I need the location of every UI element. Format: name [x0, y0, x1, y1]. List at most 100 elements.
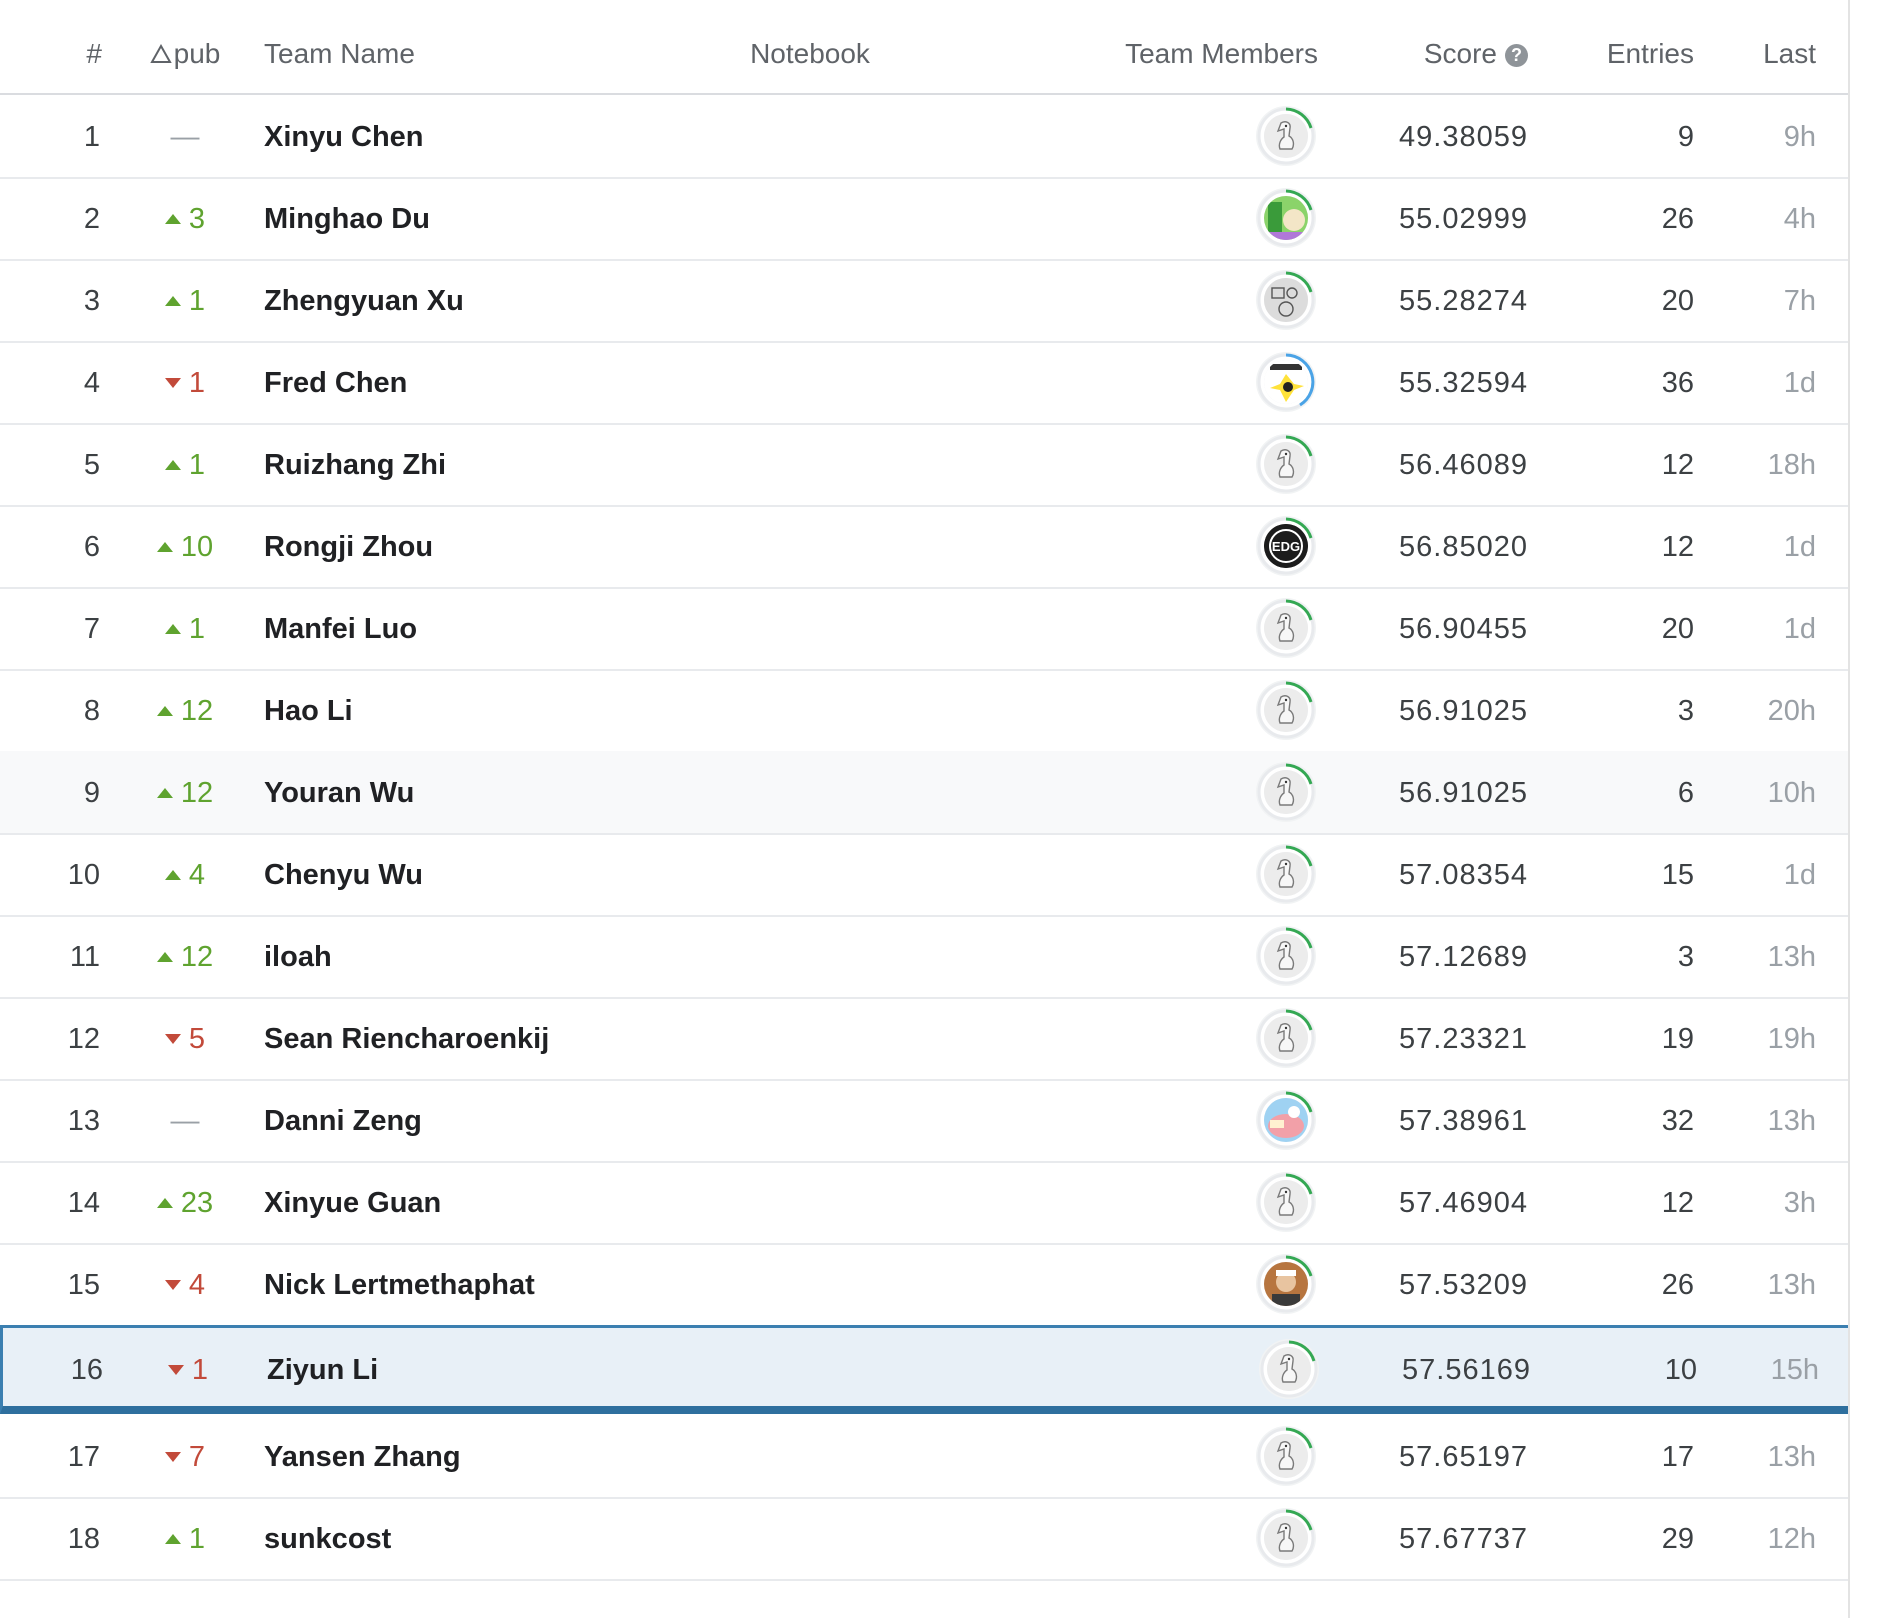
team-member-avatar[interactable]: [1256, 106, 1316, 166]
score-value: 57.08354: [1399, 859, 1528, 891]
table-row[interactable]: 8 12 Hao Li 56.91025 3 20h: [0, 669, 1848, 753]
team-member-avatar[interactable]: [1259, 1339, 1319, 1399]
table-row[interactable]: 12 5 Sean Riencharoenkij 57.23321 19 19h: [0, 997, 1848, 1081]
help-icon[interactable]: ?: [1505, 44, 1528, 67]
table-row[interactable]: 13 — Danni Zeng 57.38961 32 13h: [0, 1079, 1848, 1163]
col-team-name-header[interactable]: Team Name: [264, 38, 764, 70]
photo-avatar-image: [1264, 196, 1308, 240]
table-row[interactable]: 5 1 Ruizhang Zhi 56.46089 12 18h: [0, 423, 1848, 507]
team-name-link[interactable]: Nick Lertmethaphat: [264, 1269, 535, 1302]
score-value: 49.38059: [1399, 121, 1528, 153]
team-name-link[interactable]: Youran Wu: [264, 777, 414, 810]
team-name-link[interactable]: Zhengyuan Xu: [264, 285, 464, 318]
rank-change-value: 1: [188, 367, 206, 399]
team-name-link[interactable]: Hao Li: [264, 695, 353, 728]
sketch-avatar: [1264, 278, 1308, 322]
table-row[interactable]: 18 1 sunkcost 57.67737 29 12h: [0, 1497, 1848, 1581]
team-member-avatar[interactable]: [1256, 1508, 1316, 1568]
team-member-avatar[interactable]: [1256, 188, 1316, 248]
arrow-up-icon: [164, 870, 181, 880]
table-row[interactable]: 4 1 Fred Chen 55.32594 36 1d: [0, 341, 1848, 425]
last-submission-value: 1d: [1783, 367, 1816, 399]
team-name-link[interactable]: Manfei Luo: [264, 613, 417, 646]
team-member-avatar[interactable]: [1256, 844, 1316, 904]
table-row[interactable]: 3 1 Zhengyuan Xu 55.28274 20 7h: [0, 259, 1848, 343]
table-row[interactable]: 2 3 Minghao Du 55.02999 26 4h: [0, 177, 1848, 261]
col-score-header[interactable]: Score?: [1380, 38, 1528, 70]
goose-icon-image: [1264, 114, 1308, 158]
table-row[interactable]: 6 10 Rongji Zhou EDG 56.85020 12 1d: [0, 505, 1848, 589]
team-name-link[interactable]: Ruizhang Zhi: [264, 449, 446, 482]
rank-value: 15: [67, 1269, 100, 1301]
table-row[interactable]: 15 4 Nick Lertmethaphat 57.53209 26 13h: [0, 1243, 1848, 1327]
team-member-avatar[interactable]: [1256, 1008, 1316, 1068]
team-name-link[interactable]: Danni Zeng: [264, 1105, 422, 1138]
team-member-avatar[interactable]: [1256, 680, 1316, 740]
table-row[interactable]: 14 23 Xinyue Guan 57.46904 12 3h: [0, 1161, 1848, 1245]
last-submission-value: 13h: [1767, 1441, 1816, 1473]
team-member-avatar[interactable]: [1256, 352, 1316, 412]
team-member-avatar[interactable]: [1256, 762, 1316, 822]
team-name-link[interactable]: Minghao Du: [264, 203, 430, 236]
score-value: 55.32594: [1399, 367, 1528, 399]
goose-icon-image: [1264, 934, 1308, 978]
goose-icon: [1264, 1016, 1308, 1060]
score-value: 57.23321: [1399, 1023, 1528, 1055]
team-name-link[interactable]: Chenyu Wu: [264, 859, 423, 892]
arrow-up-icon: [164, 214, 181, 224]
team-name-link[interactable]: Fred Chen: [264, 367, 407, 400]
comic-avatar: [1264, 360, 1308, 404]
table-row[interactable]: 9 12 Youran Wu 56.91025 6 10h: [0, 751, 1848, 835]
team-member-avatar[interactable]: [1256, 1254, 1316, 1314]
entries-value: 15: [1661, 859, 1694, 891]
team-member-avatar[interactable]: [1256, 598, 1316, 658]
last-submission-value: 9h: [1783, 121, 1816, 153]
rank-value: 17: [67, 1441, 100, 1473]
rank-change-value: 5: [188, 1023, 206, 1055]
table-row[interactable]: 16 1 Ziyun Li 57.56169 10 15h: [0, 1325, 1848, 1414]
table-row[interactable]: 10 4 Chenyu Wu 57.08354 15 1d: [0, 833, 1848, 917]
team-name-link[interactable]: iloah: [264, 941, 332, 974]
entries-value: 6: [1677, 777, 1694, 809]
last-submission-value: 13h: [1767, 941, 1816, 973]
entries-value: 32: [1661, 1105, 1694, 1137]
team-name-link[interactable]: Xinyu Chen: [264, 121, 424, 154]
goose-icon: [1264, 442, 1308, 486]
table-row[interactable]: 7 1 Manfei Luo 56.90455 20 1d: [0, 587, 1848, 671]
team-member-avatar[interactable]: [1256, 926, 1316, 986]
entries-value: 20: [1661, 613, 1694, 645]
goose-icon-image: [1264, 442, 1308, 486]
team-member-avatar[interactable]: [1256, 1172, 1316, 1232]
team-member-avatar[interactable]: [1256, 270, 1316, 330]
team-name-link[interactable]: Rongji Zhou: [264, 531, 433, 564]
rank-value: 2: [83, 203, 100, 235]
table-row[interactable]: 1 — Xinyu Chen 49.38059 9 9h: [0, 95, 1848, 179]
anime-avatar: [1264, 1098, 1308, 1142]
rank-change: —: [140, 1105, 230, 1138]
rank-change-value: —: [170, 1105, 200, 1137]
score-value: 55.28274: [1399, 285, 1528, 317]
team-name-link[interactable]: Yansen Zhang: [264, 1441, 461, 1474]
team-name-link[interactable]: Ziyun Li: [267, 1354, 378, 1387]
team-name-link[interactable]: sunkcost: [264, 1523, 391, 1556]
team-name-link[interactable]: Xinyue Guan: [264, 1187, 441, 1220]
team-member-avatar[interactable]: [1256, 1090, 1316, 1150]
rank-change-value: 10: [180, 531, 214, 563]
table-row[interactable]: 17 7 Yansen Zhang 57.65197 17 13h: [0, 1415, 1848, 1499]
col-delta-header[interactable]: pub: [140, 38, 230, 70]
team-name-link[interactable]: Sean Riencharoenkij: [264, 1023, 549, 1056]
person-photo-image: [1264, 1262, 1308, 1306]
photo-avatar: [1264, 196, 1308, 240]
table-row[interactable]: 11 12 iloah 57.12689 3 13h: [0, 915, 1848, 999]
col-team-members-header: Team Members: [1125, 38, 1318, 69]
col-last-header[interactable]: Last: [1700, 38, 1816, 70]
team-member-avatar[interactable]: EDG: [1256, 516, 1316, 576]
arrow-up-icon: [156, 706, 173, 716]
rank-value: 18: [67, 1523, 100, 1555]
entries-value: 9: [1677, 121, 1694, 153]
col-rank-header[interactable]: #: [0, 38, 102, 70]
team-member-avatar[interactable]: [1256, 434, 1316, 494]
col-entries-header[interactable]: Entries: [1530, 38, 1694, 70]
rank-change: 1: [140, 285, 230, 318]
team-member-avatar[interactable]: [1256, 1426, 1316, 1486]
